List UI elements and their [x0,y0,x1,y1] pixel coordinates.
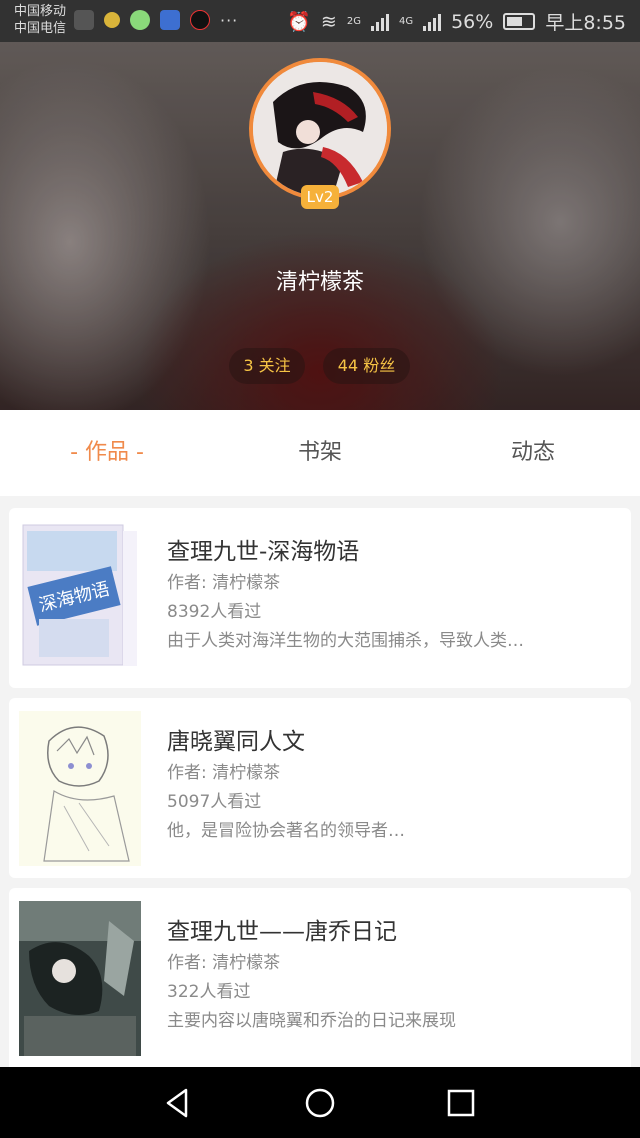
status-bar: 中国移动 中国电信 ··· ⏰ ≋ 2G 4G 56% 早上8:55 [0,0,640,42]
tab-works[interactable]: - 作品 - [27,410,187,496]
carrier-labels: 中国移动 中国电信 [14,3,66,37]
signal-4g-icon [423,13,442,31]
signal-2g-icon [370,13,389,31]
profile-header: Lv2 清柠檬茶 3 关注 44 粉丝 [0,42,640,410]
cover-image-1: 深海物语 [19,521,141,676]
book-cover [19,711,141,866]
avatar[interactable] [249,58,391,200]
book-description: 由于人类对海洋生物的大范围捕杀，导致人类… [167,631,524,651]
wechat-icon [130,10,150,30]
book-author: 作者: 清柠檬茶 [167,573,281,593]
net-4g-label: 4G [398,16,414,27]
home-icon[interactable] [302,1085,338,1121]
clock: 早上8:55 [545,12,626,34]
cover-image-2 [19,711,141,866]
book-views: 8392人看过 [167,602,262,622]
book-views: 322人看过 [167,982,251,1002]
wifi-icon: ≋ [320,10,337,33]
profile-tabs: - 作品 - 书架 动态 [0,410,640,496]
carrier-2: 中国电信 [14,21,67,36]
tab-activity[interactable]: 动态 [453,410,613,496]
list-item[interactable]: 查理九世——唐乔日记 作者: 清柠檬茶 322人看过 主要内容以唐晓翼和乔治的日… [9,888,631,1088]
bulb-icon [104,12,120,28]
carrier-1: 中国移动 [14,4,67,19]
battery-icon [503,13,536,30]
system-nav-bar [0,1067,640,1138]
book-cover: 深海物语 [19,521,141,676]
alarm-icon: ⏰ [287,11,311,33]
battery-percent: 56% [451,10,494,33]
shield-icon [160,10,180,30]
tab-bookshelf[interactable]: 书架 [240,410,400,496]
following-count-button[interactable]: 3 关注 [229,348,305,384]
list-item[interactable]: 深海物语 查理九世-深海物语 作者: 清柠檬茶 8392人看过 由于人类对海洋生… [9,508,631,688]
avatar-image [253,62,387,196]
book-description: 他，是冒险协会著名的领导者… [167,821,405,841]
book-description: 主要内容以唐晓翼和乔治的日记来展现 [167,1011,456,1031]
more-notifications-icon: ··· [220,10,239,30]
book-title: 查理九世——唐乔日记 [167,919,397,945]
recent-apps-icon[interactable] [443,1085,479,1121]
tiktok-icon [190,10,210,30]
notification-icons: ··· [74,10,238,30]
activity-icon [74,10,94,30]
book-author: 作者: 清柠檬茶 [167,763,281,783]
status-right: ⏰ ≋ 2G 4G 56% 早上8:55 [287,8,626,35]
book-title: 唐晓翼同人文 [167,729,305,755]
level-badge: Lv2 [301,185,339,209]
back-icon[interactable] [160,1085,196,1121]
book-title: 查理九世-深海物语 [167,539,360,565]
book-views: 5097人看过 [167,792,262,812]
book-author: 作者: 清柠檬茶 [167,953,281,973]
list-item[interactable]: 唐晓翼同人文 作者: 清柠檬茶 5097人看过 他，是冒险协会著名的领导者… [9,698,631,878]
fans-count-button[interactable]: 44 粉丝 [323,348,410,384]
net-2g-label: 2G [346,16,361,27]
book-cover [19,901,141,1056]
username: 清柠檬茶 [275,270,364,295]
cover-image-3 [19,901,141,1056]
